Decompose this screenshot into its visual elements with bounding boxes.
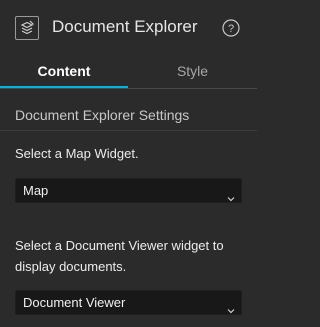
question-circle-icon[interactable]: ?	[222, 19, 240, 37]
section-title: Document Explorer Settings	[15, 107, 190, 123]
panel-title: Document Explorer	[52, 17, 198, 36]
map-widget-select[interactable]: Map	[15, 178, 242, 203]
tab-style[interactable]: Style	[128, 57, 257, 88]
document-viewer-select[interactable]: Document Viewer	[15, 290, 242, 315]
section-divider	[0, 130, 257, 131]
map-widget-selected-value: Map	[23, 183, 49, 198]
map-widget-label: Select a Map Widget.	[15, 146, 139, 161]
chevron-down-icon	[227, 187, 235, 202]
svg-text:?: ?	[228, 23, 234, 35]
tab-content[interactable]: Content	[0, 57, 128, 88]
document-viewer-label: Select a Document Viewer widget to displ…	[15, 238, 224, 274]
widget-box-icon	[15, 16, 39, 40]
panel-header: Document Explorer ?	[0, 0, 257, 57]
chevron-down-icon	[227, 299, 235, 314]
settings-tabs: Content Style	[0, 57, 257, 89]
document-viewer-selected-value: Document Viewer	[23, 295, 126, 310]
